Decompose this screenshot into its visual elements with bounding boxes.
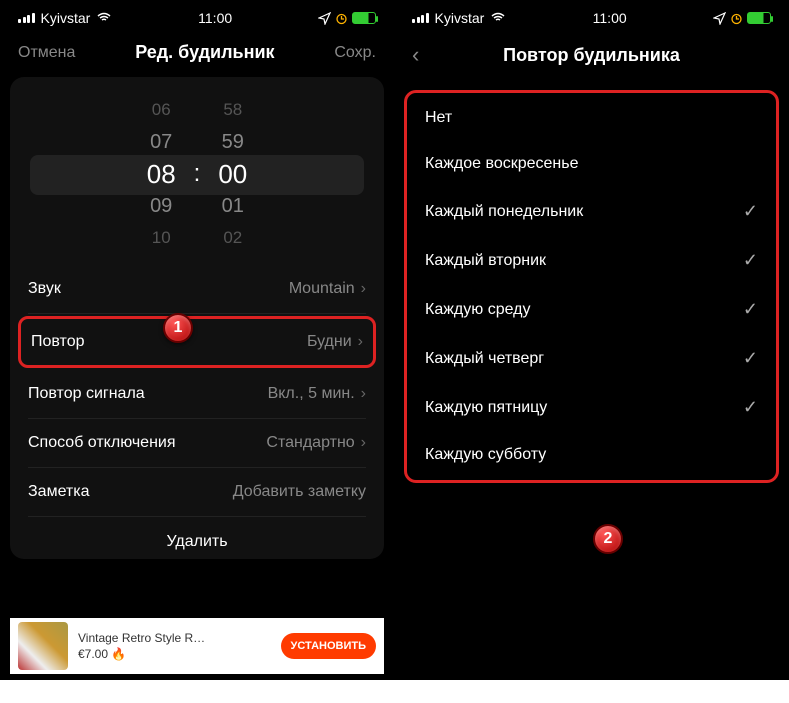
sound-value: Mountain	[289, 280, 355, 298]
check-icon: ✓	[743, 250, 758, 271]
clock-label: 11:00	[593, 10, 627, 26]
minute-column[interactable]: 58 59 00 01 02	[218, 97, 247, 251]
screen-repeat-picker: Kyivstar 11:00 ‹ Повтор будильника Нет К…	[394, 0, 789, 680]
repeat-option-wednesday[interactable]: Каждую среду ✓	[415, 285, 768, 334]
dismiss-row[interactable]: Способ отключения Стандартно ›	[28, 419, 366, 468]
carrier-label: Kyivstar	[41, 10, 91, 26]
location-icon	[318, 12, 331, 25]
cancel-button[interactable]: Отмена	[18, 44, 75, 62]
ad-price: €7.00 🔥	[78, 647, 271, 661]
chevron-right-icon: ›	[361, 385, 366, 403]
ad-title: Vintage Retro Style R…	[78, 631, 271, 645]
note-placeholder: Добавить заметку	[233, 483, 366, 501]
chevron-right-icon: ›	[361, 280, 366, 298]
repeat-option-friday[interactable]: Каждую пятницу ✓	[415, 383, 768, 432]
check-icon: ✓	[743, 201, 758, 222]
dismiss-value: Стандартно	[266, 434, 354, 452]
status-bar: Kyivstar 11:00	[0, 0, 394, 34]
ad-install-button[interactable]: УСТАНОВИТЬ	[281, 633, 376, 659]
signal-icon	[412, 13, 429, 23]
chevron-right-icon: ›	[358, 333, 363, 351]
repeat-option-thursday[interactable]: Каждый четверг ✓	[415, 334, 768, 383]
repeat-options-panel: Нет Каждое воскресенье Каждый понедельни…	[404, 90, 779, 483]
repeat-option-tuesday[interactable]: Каждый вторник ✓	[415, 236, 768, 285]
save-button[interactable]: Сохр.	[334, 44, 376, 62]
wifi-icon	[96, 12, 112, 24]
time-colon: :	[194, 160, 201, 188]
alarm-icon	[730, 12, 743, 25]
carrier-label: Kyivstar	[435, 10, 485, 26]
sound-label: Звук	[28, 280, 61, 298]
chevron-right-icon: ›	[361, 434, 366, 452]
repeat-row[interactable]: Повтор Будни ›	[18, 316, 376, 368]
battery-icon	[747, 12, 771, 24]
clock-label: 11:00	[198, 10, 232, 26]
hour-column[interactable]: 06 07 08 09 10	[147, 97, 176, 251]
nav-bar: ‹ Повтор будильника	[394, 34, 789, 82]
snooze-value: Вкл., 5 мин.	[268, 385, 355, 403]
battery-icon	[352, 12, 376, 24]
sound-row[interactable]: Звук Mountain ›	[28, 265, 366, 314]
nav-bar: Отмена Ред. будильник Сохр.	[0, 34, 394, 77]
location-icon	[713, 12, 726, 25]
dismiss-label: Способ отключения	[28, 434, 176, 452]
callout-badge-1: 1	[163, 313, 193, 343]
page-title: Повтор будильника	[503, 45, 680, 66]
repeat-value: Будни	[307, 333, 352, 351]
status-bar: Kyivstar 11:00	[394, 0, 789, 34]
ad-banner[interactable]: Vintage Retro Style R… €7.00 🔥 УСТАНОВИТ…	[10, 618, 384, 674]
check-icon: ✓	[743, 397, 758, 418]
repeat-option-none[interactable]: Нет	[415, 95, 768, 141]
delete-button[interactable]: Удалить	[28, 517, 366, 559]
alarm-icon	[335, 12, 348, 25]
check-icon: ✓	[743, 299, 758, 320]
alarm-editor-panel: 06 07 08 09 10 : 58 59 00 01 02 Звук	[10, 77, 384, 559]
snooze-label: Повтор сигнала	[28, 385, 145, 403]
repeat-option-monday[interactable]: Каждый понедельник ✓	[415, 187, 768, 236]
callout-badge-2: 2	[593, 524, 623, 554]
snooze-row[interactable]: Повтор сигнала Вкл., 5 мин. ›	[28, 370, 366, 419]
ad-thumbnail	[18, 622, 68, 670]
check-icon: ✓	[743, 348, 758, 369]
note-label: Заметка	[28, 483, 90, 501]
note-row[interactable]: Заметка Добавить заметку	[28, 468, 366, 517]
repeat-option-sunday[interactable]: Каждое воскресенье	[415, 141, 768, 187]
repeat-option-saturday[interactable]: Каждую субботу	[415, 432, 768, 478]
screen-edit-alarm: Kyivstar 11:00 Отмена Ред. будильник Сох…	[0, 0, 394, 680]
wifi-icon	[490, 12, 506, 24]
back-button[interactable]: ‹	[412, 42, 442, 68]
repeat-label: Повтор	[31, 333, 85, 351]
page-title: Ред. будильник	[135, 42, 274, 63]
signal-icon	[18, 13, 35, 23]
